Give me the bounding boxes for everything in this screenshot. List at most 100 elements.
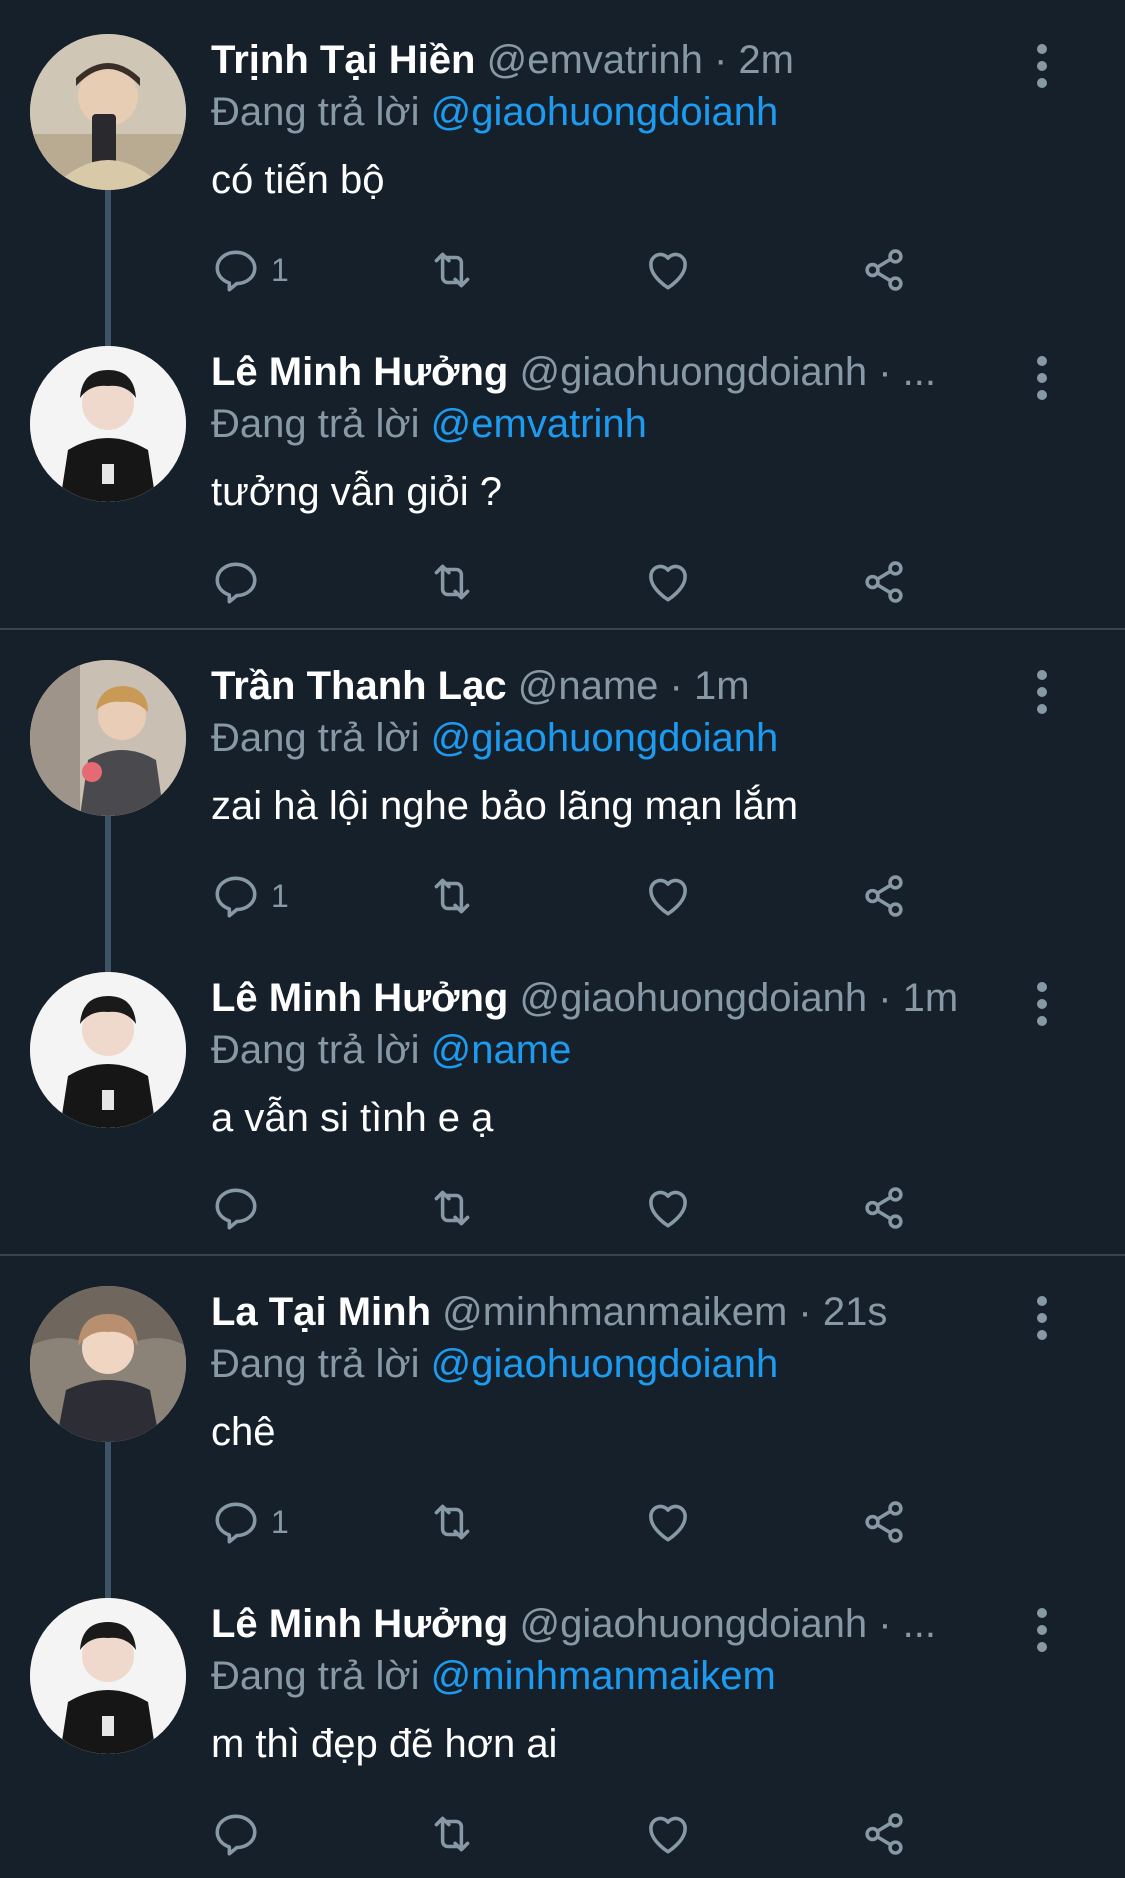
retweet-icon [427, 1497, 477, 1547]
tweet-actions [211, 1178, 931, 1238]
reply-icon [211, 557, 261, 607]
tweet-actions [211, 552, 931, 612]
timestamp[interactable]: · 21s [798, 1290, 887, 1334]
reply-button[interactable]: 1 [211, 240, 289, 300]
more-icon[interactable] [1027, 670, 1057, 714]
avatar[interactable] [30, 1598, 186, 1754]
avatar[interactable] [30, 346, 186, 502]
timestamp[interactable]: · ... [878, 1602, 936, 1646]
share-button[interactable] [859, 240, 909, 300]
tweet-text: tưởng vẫn giỏi ? [211, 470, 502, 514]
more-icon[interactable] [1027, 1608, 1057, 1652]
like-button[interactable] [643, 240, 693, 300]
display-name[interactable]: Lê Minh Hưởng [211, 976, 508, 1020]
timestamp[interactable]: · 1m [670, 664, 750, 708]
display-name[interactable]: Lê Minh Hưởng [211, 350, 508, 394]
tweet[interactable]: Trần Thanh Lạc @name · 1m Đang trả lời @… [0, 626, 1125, 938]
share-button[interactable] [859, 1804, 909, 1864]
like-button[interactable] [643, 552, 693, 612]
mention-link[interactable]: @giaohuongdoianh [431, 1342, 779, 1386]
mention-link[interactable]: @minhmanmaikem [431, 1654, 776, 1698]
tweet-text: có tiến bộ [211, 158, 385, 202]
tweet[interactable]: Lê Minh Hưởng @giaohuongdoianh · 1m Đang… [0, 938, 1125, 1250]
retweet-button[interactable] [427, 1804, 477, 1864]
like-button[interactable] [643, 866, 693, 926]
tweet-text: chê [211, 1410, 276, 1454]
display-name[interactable]: Trần Thanh Lạc [211, 664, 507, 708]
like-icon [643, 1809, 693, 1859]
more-icon[interactable] [1027, 356, 1057, 400]
like-icon [643, 1183, 693, 1233]
share-button[interactable] [859, 1178, 909, 1238]
reply-icon [211, 871, 261, 921]
replying-to: Đang trả lời @giaohuongdoianh [211, 84, 778, 140]
share-icon [859, 871, 909, 921]
reply-button[interactable]: 1 [211, 1492, 289, 1552]
timestamp[interactable]: · 1m [878, 976, 958, 1020]
tweet-header: Trần Thanh Lạc @name · 1m [211, 656, 1015, 716]
mention-link[interactable]: @giaohuongdoianh [431, 90, 779, 134]
username[interactable]: @giaohuongdoianh [520, 976, 868, 1020]
replying-label: Đang trả lời [211, 1028, 420, 1072]
like-icon [643, 871, 693, 921]
replying-to: Đang trả lời @giaohuongdoianh [211, 710, 778, 766]
retweet-button[interactable] [427, 552, 477, 612]
thread-2: Trần Thanh Lạc @name · 1m Đang trả lời @… [0, 626, 1125, 1250]
like-icon [643, 1497, 693, 1547]
username[interactable]: @emvatrinh [487, 38, 703, 82]
retweet-icon [427, 245, 477, 295]
timestamp[interactable]: · 2m [714, 38, 794, 82]
reply-feed: Trịnh Tại Hiền @emvatrinh · 2m Đang trả … [0, 0, 1125, 1878]
retweet-icon [427, 1183, 477, 1233]
retweet-button[interactable] [427, 866, 477, 926]
reply-button[interactable]: 1 [211, 866, 289, 926]
tweet-header: La Tại Minh @minhmanmaikem · 21s [211, 1282, 1015, 1342]
share-icon [859, 557, 909, 607]
share-icon [859, 1809, 909, 1859]
reply-icon [211, 245, 261, 295]
avatar[interactable] [30, 34, 186, 190]
reply-button[interactable] [211, 1178, 271, 1238]
more-icon[interactable] [1027, 44, 1057, 88]
like-button[interactable] [643, 1804, 693, 1864]
share-button[interactable] [859, 866, 909, 926]
tweet-header: Lê Minh Hưởng @giaohuongdoianh · 1m [211, 968, 1015, 1028]
replying-to: Đang trả lời @giaohuongdoianh [211, 1336, 778, 1392]
more-icon[interactable] [1027, 982, 1057, 1026]
display-name[interactable]: Lê Minh Hưởng [211, 1602, 508, 1646]
tweet[interactable]: Trịnh Tại Hiền @emvatrinh · 2m Đang trả … [0, 0, 1125, 312]
timestamp[interactable]: · ... [878, 350, 936, 394]
replying-label: Đang trả lời [211, 402, 420, 446]
tweet[interactable]: Lê Minh Hưởng @giaohuongdoianh · ... Đan… [0, 1564, 1125, 1876]
share-button[interactable] [859, 552, 909, 612]
username[interactable]: @giaohuongdoianh [520, 1602, 868, 1646]
username[interactable]: @name [518, 664, 659, 708]
thread-1: Trịnh Tại Hiền @emvatrinh · 2m Đang trả … [0, 0, 1125, 624]
share-button[interactable] [859, 1492, 909, 1552]
mention-link[interactable]: @emvatrinh [431, 402, 647, 446]
mention-link[interactable]: @name [431, 1028, 572, 1072]
reply-count: 1 [271, 1503, 289, 1540]
more-icon[interactable] [1027, 1296, 1057, 1340]
avatar[interactable] [30, 1286, 186, 1442]
retweet-button[interactable] [427, 1492, 477, 1552]
tweet[interactable]: Lê Minh Hưởng @giaohuongdoianh · ... Đan… [0, 312, 1125, 624]
tweet[interactable]: La Tại Minh @minhmanmaikem · 21s Đang tr… [0, 1252, 1125, 1564]
like-button[interactable] [643, 1178, 693, 1238]
username[interactable]: @giaohuongdoianh [520, 350, 868, 394]
retweet-icon [427, 557, 477, 607]
display-name[interactable]: Trịnh Tại Hiền [211, 38, 475, 82]
like-button[interactable] [643, 1492, 693, 1552]
username[interactable]: @minhmanmaikem [442, 1290, 787, 1334]
replying-to: Đang trả lời @name [211, 1022, 571, 1078]
avatar[interactable] [30, 660, 186, 816]
display-name[interactable]: La Tại Minh [211, 1290, 431, 1334]
mention-link[interactable]: @giaohuongdoianh [431, 716, 779, 760]
reply-button[interactable] [211, 1804, 271, 1864]
retweet-button[interactable] [427, 1178, 477, 1238]
replying-label: Đang trả lời [211, 1654, 420, 1698]
replying-to: Đang trả lời @minhmanmaikem [211, 1648, 776, 1704]
reply-button[interactable] [211, 552, 271, 612]
retweet-button[interactable] [427, 240, 477, 300]
avatar[interactable] [30, 972, 186, 1128]
